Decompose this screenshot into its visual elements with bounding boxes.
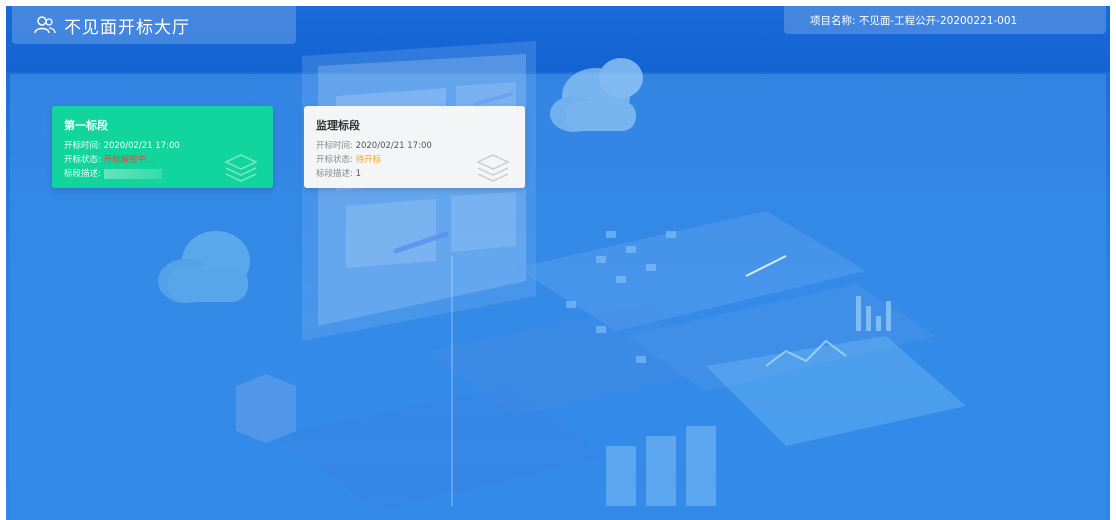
card-title: 第一标段 xyxy=(64,119,108,132)
open-time-value: 2020/02/21 17:00 xyxy=(355,141,432,151)
section-desc-value: 1 xyxy=(355,169,361,179)
bid-hall-screen: 不见面开标大厅 项目名称: 不见面-工程公开-20200221-001 第一标段… xyxy=(6,6,1110,520)
layers-icon xyxy=(476,154,510,182)
open-time-line: 开标时间: 2020/02/21 17:00 xyxy=(64,139,180,151)
isometric-tech-illustration xyxy=(158,41,966,511)
open-status-label: 开标状态: xyxy=(316,155,356,165)
card-title: 监理标段 xyxy=(316,119,360,132)
open-time-label: 开标时间: xyxy=(316,141,356,151)
users-icon xyxy=(34,16,56,34)
open-status-line: 开标状态: 开标解密中... xyxy=(64,153,154,165)
bid-section-card-2[interactable]: 监理标段 开标时间: 2020/02/21 17:00 开标状态: 待开标 标段… xyxy=(304,106,525,188)
project-name: 项目名称: 不见面-工程公开-20200221-001 xyxy=(810,14,1018,27)
layers-icon xyxy=(224,154,258,182)
app-title-bar: 不见面开标大厅 xyxy=(12,6,296,44)
open-status-label: 开标状态: xyxy=(64,155,104,165)
project-name-bar: 项目名称: 不见面-工程公开-20200221-001 xyxy=(784,6,1106,34)
app-title: 不见面开标大厅 xyxy=(64,17,190,38)
section-desc-label: 标段描述: xyxy=(64,169,104,179)
open-status-value: 待开标 xyxy=(355,155,382,165)
open-status-value: 开标解密中... xyxy=(103,155,155,165)
open-time-label: 开标时间: xyxy=(64,141,104,151)
open-status-line: 开标状态: 待开标 xyxy=(316,153,381,165)
section-desc-line: 标段描述: 1 xyxy=(316,167,361,179)
cloud-icon xyxy=(550,58,643,132)
section-desc-label: 标段描述: xyxy=(316,169,356,179)
open-time-line: 开标时间: 2020/02/21 17:00 xyxy=(316,139,432,151)
cloud-icon xyxy=(158,231,250,303)
section-desc-value-redacted xyxy=(103,168,162,179)
open-time-value: 2020/02/21 17:00 xyxy=(103,141,180,151)
bid-section-card-1[interactable]: 第一标段 开标时间: 2020/02/21 17:00 开标状态: 开标解密中.… xyxy=(52,106,273,188)
section-desc-line: 标段描述: xyxy=(64,167,162,179)
